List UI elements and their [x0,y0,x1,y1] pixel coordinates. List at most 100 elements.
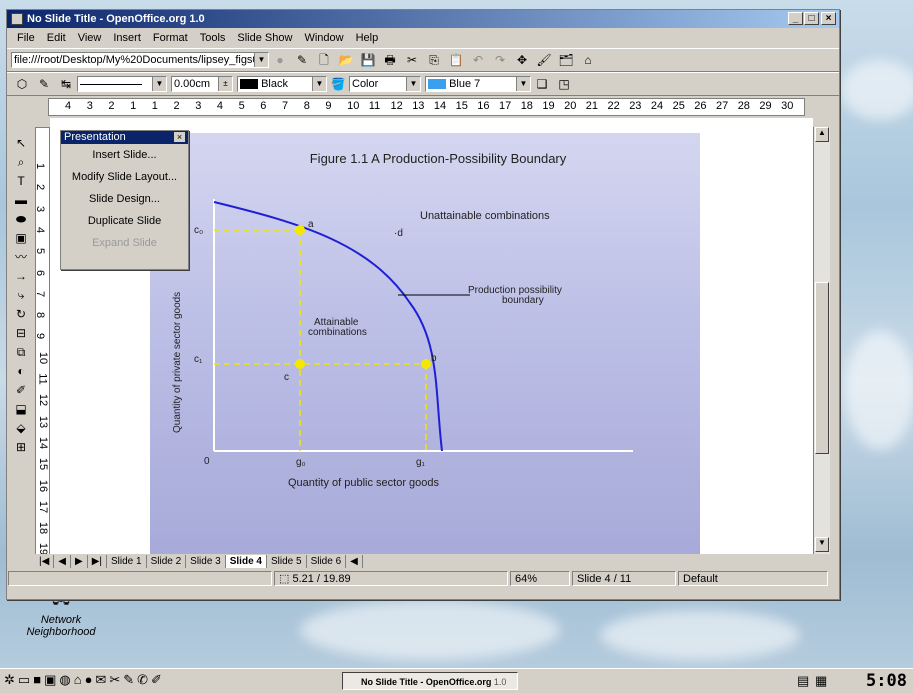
first-slide-icon[interactable]: |◀ [35,555,55,568]
shadow-icon[interactable]: ❑ [534,76,550,92]
prev-slide-icon[interactable]: ◀ [54,555,71,568]
area-style-select[interactable]: Color ▼ [349,76,421,92]
paste-icon[interactable]: 📋 [448,52,464,68]
spin-icon[interactable]: ± [218,77,232,91]
modify-slide-layout-item[interactable]: Modify Slide Layout... [61,166,188,188]
save-icon[interactable]: 💾 [360,52,376,68]
start-icon[interactable]: ✲ [4,672,18,687]
edit-file-icon[interactable]: ✎ [294,52,310,68]
chevron-down-icon[interactable]: ▼ [516,77,530,91]
data-sources-icon[interactable]: 🗂 [558,52,574,68]
cut-icon[interactable]: ✂ [404,52,420,68]
monitor-icon[interactable]: ■ [33,672,44,687]
print-icon[interactable]: 🖶 [382,52,398,68]
slide-canvas[interactable]: Figure 1.1 A Production-Possibility Boun… [150,133,700,559]
arrange-icon[interactable]: ⧉ [13,344,29,360]
terminal-icon[interactable]: ▭ [18,672,33,687]
menu-slide-show[interactable]: Slide Show [231,32,298,44]
slide-design-item[interactable]: Slide Design... [61,188,188,210]
gallery-icon[interactable]: 🖌 [536,52,552,68]
effects-icon[interactable]: ◐ [13,363,29,379]
copy-icon[interactable]: ⎘ [426,52,442,68]
rectangle-icon[interactable]: ▬ [13,192,29,208]
connector-icon[interactable]: ⤷ [13,287,29,303]
title-bar[interactable]: No Slide Title - OpenOffice.org 1.0 _ □ … [7,10,839,28]
menu-window[interactable]: Window [298,32,349,44]
paint-bucket-icon[interactable]: 🪣 [330,76,346,92]
chevron-down-icon[interactable]: ▼ [312,77,326,91]
tab-scroll-left-icon[interactable]: ◀ [346,555,363,568]
ellipse-icon[interactable]: ⬬ [13,211,29,227]
scroll-up-icon[interactable]: ▲ [815,127,829,142]
rotate-icon[interactable]: ↻ [13,306,29,322]
open-icon[interactable]: 📂 [338,52,354,68]
tab-slide-4[interactable]: Slide 4 [225,555,267,568]
line-style-icon[interactable]: ⬡ [14,76,30,92]
menu-file[interactable]: File [11,32,41,44]
new-icon[interactable]: 🗋 [316,52,332,68]
browser-icon[interactable]: ◍ [59,672,73,687]
navigator-icon[interactable]: ✥ [514,52,530,68]
menu-edit[interactable]: Edit [41,32,72,44]
line-width-field[interactable]: 0.00cm ± [171,76,233,92]
scroll-thumb[interactable] [815,282,829,454]
line-color-select[interactable]: Black ▼ [237,76,327,92]
chevron-down-icon[interactable]: ▼ [406,77,420,91]
duplicate-slide-item[interactable]: Duplicate Slide [61,210,188,232]
menu-format[interactable]: Format [147,32,194,44]
office-icon[interactable]: ▣ [44,672,59,687]
tab-slide-3[interactable]: Slide 3 [186,555,226,568]
globe-icon[interactable]: ● [85,672,96,687]
vertical-scrollbar[interactable]: ▲ ▼ [813,127,830,554]
desktop-switch-icon[interactable]: ▦ [815,673,827,689]
mail-icon[interactable]: ✉ [95,672,109,687]
maximize-button[interactable]: □ [804,12,819,25]
pager-icon[interactable]: ▤ [797,673,809,689]
tab-slide-2[interactable]: Slide 2 [147,555,187,568]
next-slide-icon[interactable]: ▶ [71,555,88,568]
home-icon[interactable]: ⌂ [580,52,596,68]
close-icon[interactable]: × [174,132,185,142]
expand-slide-item[interactable]: Expand Slide [61,232,188,254]
tab-slide-1[interactable]: Slide 1 [107,555,147,568]
interaction-icon[interactable]: ✐ [13,382,29,398]
home-icon[interactable]: ⌂ [74,672,85,687]
arrow-style-icon[interactable]: ↹ [58,76,74,92]
select-arrow-icon[interactable]: ↖ [13,135,29,151]
taskbar-openoffice-button[interactable]: No Slide Title - OpenOffice.org 1.0 [342,672,518,690]
minimize-button[interactable]: _ [788,12,803,25]
chevron-down-icon[interactable]: ▼ [152,77,166,91]
redo-icon[interactable]: ↷ [492,52,508,68]
line-style-select[interactable]: ▼ [77,76,167,92]
transparency-icon[interactable]: ◳ [556,76,572,92]
menu-view[interactable]: View [72,32,108,44]
chat-icon[interactable]: ✆ [137,672,151,687]
undo-icon[interactable]: ↶ [470,52,486,68]
alignment-icon[interactable]: ⊟ [13,325,29,341]
chevron-down-icon[interactable]: ▼ [254,53,268,67]
close-button[interactable]: × [821,12,836,25]
tab-slide-5[interactable]: Slide 5 [267,555,307,568]
url-field[interactable]: file:///root/Desktop/My%20Documents/lips… [11,52,269,68]
zoom-icon[interactable]: ⌕ [13,154,29,170]
stop-icon[interactable]: ● [272,52,288,68]
tools-icon[interactable]: ✂ [109,672,123,687]
menu-tools[interactable]: Tools [194,32,232,44]
menu-insert[interactable]: Insert [107,32,147,44]
curve-icon[interactable]: 〰 [13,249,29,265]
slide-show-icon[interactable]: ⊞ [13,439,29,455]
presentation-panel-header[interactable]: Presentation × [61,131,188,144]
paint-icon[interactable]: ✐ [151,672,165,687]
menu-help[interactable]: Help [350,32,385,44]
animation-icon[interactable]: ⬓ [13,401,29,417]
notes-icon[interactable]: ✎ [123,672,137,687]
pen-icon[interactable]: ✎ [36,76,52,92]
status-zoom[interactable]: 64% [510,571,570,586]
3d-object-icon[interactable]: ▣ [13,230,29,246]
3d-controller-icon[interactable]: ⬙ [13,420,29,436]
text-icon[interactable]: T [13,173,29,189]
last-slide-icon[interactable]: ▶| [88,555,107,568]
line-arrow-icon[interactable]: → [13,268,29,284]
scroll-down-icon[interactable]: ▼ [815,537,829,552]
area-color-select[interactable]: Blue 7 ▼ [425,76,531,92]
